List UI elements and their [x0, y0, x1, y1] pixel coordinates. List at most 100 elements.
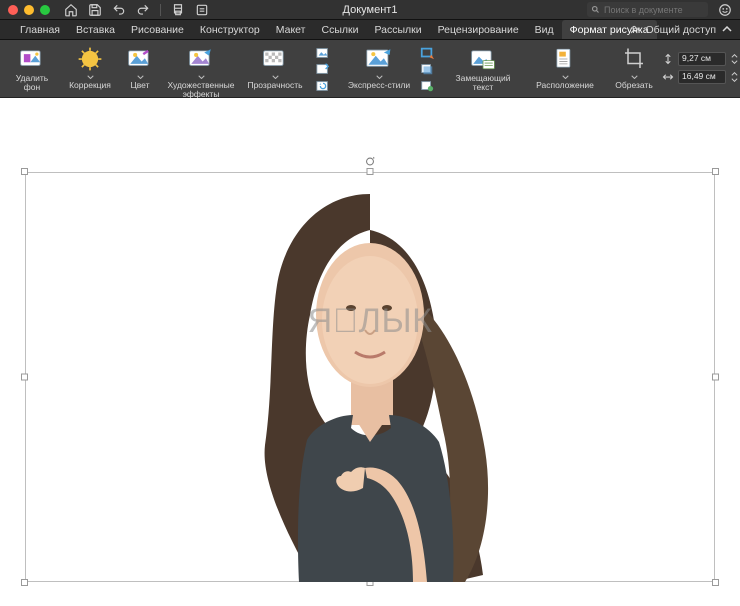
photo-content: [215, 180, 525, 582]
resize-handle-tr[interactable]: [712, 168, 719, 175]
spin-up-icon[interactable]: [730, 54, 739, 59]
home-icon[interactable]: [64, 3, 78, 17]
width-spinner[interactable]: [730, 72, 739, 83]
search-input[interactable]: [604, 5, 704, 15]
color-label: Цвет: [130, 81, 149, 90]
document-title: Документ1: [343, 4, 398, 16]
color-icon: [127, 46, 153, 72]
resize-handle-ml[interactable]: [21, 374, 28, 381]
group-picture-styles: Экспресс-стили: [340, 42, 444, 97]
transparency-label: Прозрачность: [247, 81, 302, 90]
title-bar-right: [587, 2, 732, 17]
tab-references[interactable]: Ссылки: [313, 20, 366, 39]
tab-mailings[interactable]: Рассылки: [366, 20, 429, 39]
tab-home[interactable]: Главная: [12, 20, 68, 39]
more-icon[interactable]: [195, 3, 209, 17]
height-input[interactable]: 9,27 см: [678, 52, 726, 66]
size-inputs: 9,27 см 16,49 см: [658, 44, 740, 95]
tab-layout[interactable]: Макет: [268, 20, 314, 39]
position-label: Расположение: [536, 81, 594, 90]
rotate-handle[interactable]: [365, 154, 376, 165]
feedback-icon[interactable]: [718, 3, 732, 17]
resize-handle-mr[interactable]: [712, 374, 719, 381]
crop-label: Обрезать: [615, 81, 653, 90]
spin-down-icon[interactable]: [730, 78, 739, 83]
search-icon: [591, 5, 600, 14]
express-styles-label: Экспресс-стили: [348, 81, 410, 90]
remove-background-icon: [19, 46, 45, 72]
share-button[interactable]: Общий доступ: [630, 24, 716, 36]
selected-image[interactable]: ЯЛЫК: [25, 172, 715, 582]
tab-review[interactable]: Рецензирование: [430, 20, 527, 39]
change-picture-button[interactable]: [314, 62, 332, 76]
chevron-down-icon: [87, 75, 94, 79]
alt-text-icon: [470, 46, 496, 72]
tab-insert[interactable]: Вставка: [68, 20, 123, 39]
resize-handle-br[interactable]: [712, 579, 719, 586]
group-arrange: Расположение: [526, 42, 608, 97]
collapse-ribbon-button[interactable]: [722, 24, 732, 35]
height-icon: [662, 53, 674, 65]
reset-picture-button[interactable]: [314, 79, 332, 93]
alt-text-label: Замещающий текст: [446, 74, 520, 93]
position-icon: [552, 46, 578, 72]
resize-handle-tl[interactable]: [21, 168, 28, 175]
artistic-effects-label: Художественные эффекты: [164, 81, 238, 100]
express-styles-icon: [366, 46, 392, 72]
width-row: 16,49 см: [662, 70, 739, 84]
spin-up-icon[interactable]: [730, 72, 739, 77]
close-window-button[interactable]: [8, 5, 18, 15]
height-row: 9,27 см: [662, 52, 739, 66]
width-input[interactable]: 16,49 см: [678, 70, 726, 84]
resize-handle-tm[interactable]: [367, 168, 374, 175]
group-size: Обрезать 9,27 см 16,49 см: [608, 42, 740, 97]
group-remove-background: Удалить фон: [6, 42, 62, 97]
qat-separator: [160, 4, 161, 16]
color-button[interactable]: Цвет: [116, 44, 164, 95]
resize-handle-bl[interactable]: [21, 579, 28, 586]
height-spinner[interactable]: [730, 54, 739, 65]
crop-icon: [621, 46, 647, 72]
document-area[interactable]: ЯЛЫК: [0, 98, 740, 606]
width-icon: [662, 71, 674, 83]
chevron-down-icon: [137, 75, 144, 79]
redo-icon[interactable]: [136, 3, 150, 17]
undo-icon[interactable]: [112, 3, 126, 17]
save-icon[interactable]: [88, 3, 102, 17]
group-alt-text: Замещающий текст: [444, 42, 526, 97]
picture-border-button[interactable]: [418, 46, 436, 60]
remove-background-button[interactable]: Удалить фон: [8, 44, 56, 95]
maximize-window-button[interactable]: [40, 5, 50, 15]
position-button[interactable]: Расположение: [528, 44, 602, 95]
picture-layout-button[interactable]: [418, 79, 436, 93]
compress-pictures-button[interactable]: [314, 46, 332, 60]
chevron-down-icon: [631, 75, 638, 79]
title-bar: Документ1: [0, 0, 740, 20]
print-icon[interactable]: [171, 3, 185, 17]
adjust-small-buttons: [312, 44, 334, 95]
crop-button[interactable]: Обрезать: [610, 44, 658, 95]
tab-view[interactable]: Вид: [527, 20, 562, 39]
tab-draw[interactable]: Рисование: [123, 20, 192, 39]
corrections-button[interactable]: Коррекция: [64, 44, 116, 95]
tab-design[interactable]: Конструктор: [192, 20, 268, 39]
window-controls: [8, 5, 50, 15]
picture-effects-button[interactable]: [418, 62, 436, 76]
ribbon: Удалить фон Коррекция Цвет Художественны…: [0, 40, 740, 98]
minimize-window-button[interactable]: [24, 5, 34, 15]
spin-down-icon[interactable]: [730, 60, 739, 65]
alt-text-button[interactable]: Замещающий текст: [446, 44, 520, 95]
transparency-button[interactable]: Прозрачность: [238, 44, 312, 95]
express-styles-button[interactable]: Экспресс-стили: [342, 44, 416, 95]
styles-small-buttons: [416, 44, 438, 95]
search-box[interactable]: [587, 2, 708, 17]
quick-access-toolbar: [64, 3, 209, 17]
chevron-down-icon: [198, 75, 205, 79]
chevron-down-icon: [562, 75, 569, 79]
corrections-icon: [77, 46, 103, 72]
remove-background-label: Удалить фон: [8, 74, 56, 93]
transparency-icon: [262, 46, 288, 72]
corrections-label: Коррекция: [69, 81, 111, 90]
artistic-effects-button[interactable]: Художественные эффекты: [164, 44, 238, 95]
share-icon: [630, 24, 641, 35]
